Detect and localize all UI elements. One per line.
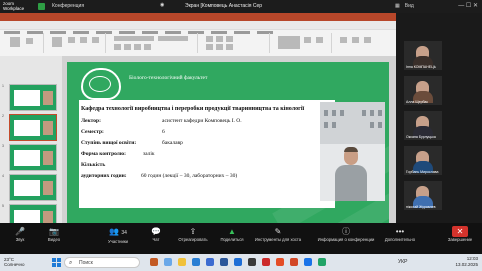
participant-tile[interactable]: Алла Щербак xyxy=(404,76,442,105)
more-icon: ••• xyxy=(395,227,405,236)
app-icon[interactable] xyxy=(304,258,312,266)
shield-icon[interactable] xyxy=(38,3,45,10)
participant-name: Інна КОМПАНЕЦЬ xyxy=(406,65,436,69)
participants-count: 34 xyxy=(121,230,127,236)
app-icon[interactable] xyxy=(150,258,158,266)
ppt-ribbon-groups xyxy=(4,33,390,53)
store-icon[interactable] xyxy=(206,258,214,266)
app-icon[interactable] xyxy=(248,258,256,266)
video-button[interactable]: 📷 Видео xyxy=(34,226,74,242)
zoom-icon[interactable] xyxy=(234,258,242,266)
sharing-status[interactable]: Экран [Комповець Анастасія Сер xyxy=(185,3,262,9)
windows-taskbar: 23°C Солнечно ⌕ Поиск УКР 12:03 13.02.20… xyxy=(0,254,482,271)
react-icon: ⇪ xyxy=(189,227,197,236)
view-button[interactable]: Вид xyxy=(405,3,414,9)
weather-widget[interactable]: 23°C Солнечно xyxy=(4,257,24,267)
chat-icon: 💬 xyxy=(151,227,161,236)
window-controls[interactable]: — ☐ ✕ xyxy=(458,2,478,9)
info-icon[interactable]: ◉ xyxy=(160,2,164,8)
edge-icon[interactable] xyxy=(192,258,200,266)
host-tools-button[interactable]: ✎ Инструменты для хоста xyxy=(250,226,306,242)
share-button[interactable]: ▲ Поделиться xyxy=(212,226,252,242)
chat-button[interactable]: 💬 Чат xyxy=(136,226,176,242)
participant-tile[interactable]: Оксана Бурлуцька xyxy=(404,111,442,140)
powerpoint-icon[interactable] xyxy=(290,258,298,266)
slide-thumbnails[interactable]: 1 2 3 4 5 xyxy=(0,56,62,231)
react-button[interactable]: ⇪ Отреагировать xyxy=(173,226,213,242)
word-icon[interactable] xyxy=(220,258,228,266)
slide-thumbnail[interactable] xyxy=(9,144,57,171)
ribbon-group-editing xyxy=(334,33,390,53)
slide-editor: Біолого-технологічний факультет Кафедра … xyxy=(62,56,396,223)
ribbon-group-font xyxy=(108,33,198,53)
meeting-info-button[interactable]: ⓘ Информация о конференции xyxy=(314,226,378,242)
ribbon-group-slides xyxy=(46,33,106,53)
ribbon-group-drawing xyxy=(272,33,332,53)
info-row-lecturer: Лектор: асистент кафедри Комповець І. О. xyxy=(81,118,242,124)
chrome-icon[interactable] xyxy=(276,258,284,266)
meeting-controls: 🎤 Звук 📷 Видео 👥 34 Участники 💬 Чат ⇪ От… xyxy=(0,223,482,254)
share-icon: ▲ xyxy=(228,227,236,236)
more-button[interactable]: ••• Дополнительно xyxy=(380,226,420,242)
task-view-icon[interactable] xyxy=(164,258,172,266)
info-row-control: Форма контролю: залік xyxy=(81,151,155,157)
faculty-name: Біолого-технологічний факультет xyxy=(129,75,208,81)
participants-icon: 👥 34 xyxy=(109,227,127,236)
info-row-count: Кількість xyxy=(81,162,106,168)
ppt-title-bar xyxy=(0,13,396,21)
search-icon: ⌕ xyxy=(69,260,73,266)
windows-start-icon[interactable] xyxy=(52,258,61,267)
system-clock[interactable]: 12:03 13.02.2025 xyxy=(455,256,478,268)
camera-icon: 📷 xyxy=(49,227,59,236)
host-tools-icon: ✎ xyxy=(274,227,282,236)
ribbon-group-paragraph xyxy=(200,33,270,53)
info-row-degree: Ступінь вищої освіти: бакалавр xyxy=(81,140,183,146)
ppt-ribbon xyxy=(0,13,396,56)
info-row-semester: Семестр: 6 xyxy=(81,129,165,135)
lecturer-photo xyxy=(320,102,385,201)
zoom-title-bar: zoom Workplace Конференция ◉ Экран [Комп… xyxy=(0,0,482,13)
view-icon[interactable]: ▦ xyxy=(395,3,400,9)
taskbar-search[interactable]: ⌕ Поиск xyxy=(64,257,140,268)
participant-name: Горбань Мирослава xyxy=(406,170,439,174)
conference-label: Конференция xyxy=(52,3,85,9)
participants-gallery: Інна КОМПАНЕЦЬ Алла Щербак Оксана Бурлуц… xyxy=(396,13,482,223)
slide-thumbnail-selected[interactable] xyxy=(9,114,57,141)
slide-canvas[interactable]: Біолого-технологічний факультет Кафедра … xyxy=(67,62,389,223)
building-background xyxy=(320,102,385,144)
department-title: Кафедра технології виробництва і перероб… xyxy=(81,106,305,112)
participant-name: ніколай Журавлев xyxy=(406,205,436,209)
language-indicator[interactable]: УКР xyxy=(398,259,407,265)
faculty-logo-inner xyxy=(89,76,111,92)
info-row-hours: аудиторних годин: 60 годин (лекції – 30,… xyxy=(81,173,238,179)
ribbon-group-clipboard xyxy=(4,33,44,53)
end-icon: ✕ xyxy=(452,226,468,237)
participant-tile[interactable]: ніколай Журавлев xyxy=(404,181,442,210)
slide-thumbnail[interactable] xyxy=(9,174,57,201)
ppt-ribbon-tabs xyxy=(0,21,396,34)
participant-name: Оксана Бурлуцька xyxy=(406,135,436,139)
slide-thumbnail[interactable] xyxy=(9,84,57,111)
excel-icon[interactable] xyxy=(318,258,326,266)
shared-screen: 1 2 3 4 5 Біолого-технологічний факульте… xyxy=(0,13,396,231)
participant-name: Алла Щербак xyxy=(406,100,428,104)
info-icon: ⓘ xyxy=(342,227,350,236)
participant-tile[interactable]: Горбань Мирослава xyxy=(404,146,442,175)
top-right-controls: ▦ Вид xyxy=(395,3,419,9)
file-explorer-icon[interactable] xyxy=(178,258,186,266)
participants-button[interactable]: 👥 34 Участники xyxy=(98,226,138,244)
zoom-logo: zoom Workplace xyxy=(3,1,25,11)
opera-icon[interactable] xyxy=(262,258,270,266)
participant-tile[interactable]: Інна КОМПАНЕЦЬ xyxy=(404,41,442,70)
end-meeting-button[interactable]: ✕ Завершение xyxy=(440,226,480,242)
